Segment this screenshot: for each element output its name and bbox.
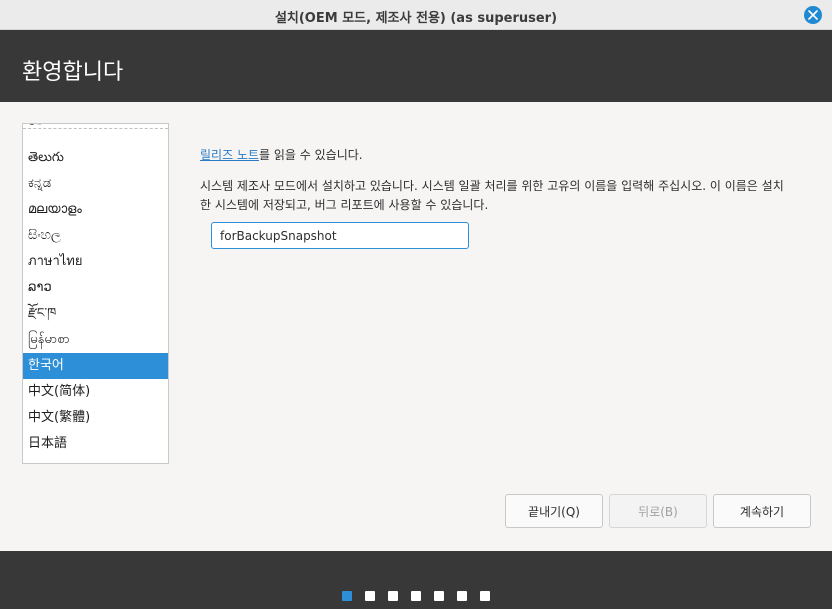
language-item-telugu[interactable]: తెలుగు [23,145,168,171]
page-header: 환영합니다 [0,30,832,102]
page-title: 환영합니다 [22,60,124,85]
progress-dot-6 [457,591,467,601]
quit-button[interactable]: 끝내기(Q) [505,494,603,528]
close-button[interactable] [804,6,822,24]
progress-dot-5 [434,591,444,601]
progress-dots [342,591,490,601]
release-notes-link[interactable]: 릴리즈 노트 [200,148,259,162]
progress-dot-7 [480,591,490,601]
language-item-malayalam[interactable]: മലയാളം [23,197,168,223]
close-icon [808,10,818,20]
language-items: తెలుగు ಕನ್ನಡ മലയാളം සිංහල ภาษาไทย ລາວ རྫ… [23,145,168,457]
language-item-sinhala[interactable]: සිංහල [23,223,168,249]
window-title: 설치(OEM 모드, 제조사 전용) (as superuser) [274,11,558,26]
progress-dot-3 [388,591,398,601]
footer-bar [0,551,832,609]
language-list-partial-item[interactable]: ေ [23,124,168,132]
language-item-burmese[interactable]: မြန်မာစာ [23,327,168,353]
progress-dot-2 [365,591,375,601]
continue-button[interactable]: 계속하기 [713,494,811,528]
language-item-dzongkha[interactable]: རྫོང་ཁ [23,301,168,327]
back-button[interactable]: 뒤로(B) [609,494,707,528]
language-list-partial-label: ေ [28,124,43,132]
language-item-thai[interactable]: ภาษาไทย [23,249,168,275]
release-notes-suffix: 를 읽을 수 있습니다. [259,148,363,162]
language-item-kannada[interactable]: ಕನ್ನಡ [23,171,168,197]
language-item-chinese-traditional[interactable]: 中文(繁體) [23,405,168,431]
window-titlebar: 설치(OEM 모드, 제조사 전용) (as superuser) [0,0,832,30]
progress-dot-1 [342,591,352,601]
progress-dot-4 [411,591,421,601]
language-item-lao[interactable]: ລາວ [23,275,168,301]
language-list[interactable]: ေ తెలుగు ಕನ್ನಡ മലയാളം සිංහල ภาษาไทย ລາວ … [22,123,169,464]
oem-description: 시스템 제조사 모드에서 설치하고 있습니다. 시스템 일괄 처리를 위한 고유… [200,179,784,212]
language-item-korean[interactable]: 한국어 [23,353,168,379]
language-item-chinese-simplified[interactable]: 中文(简体) [23,379,168,405]
language-item-japanese[interactable]: 日本語 [23,431,168,457]
batch-name-input[interactable] [211,222,469,249]
release-notes-line: 릴리즈 노트를 읽을 수 있습니다. [200,146,363,163]
